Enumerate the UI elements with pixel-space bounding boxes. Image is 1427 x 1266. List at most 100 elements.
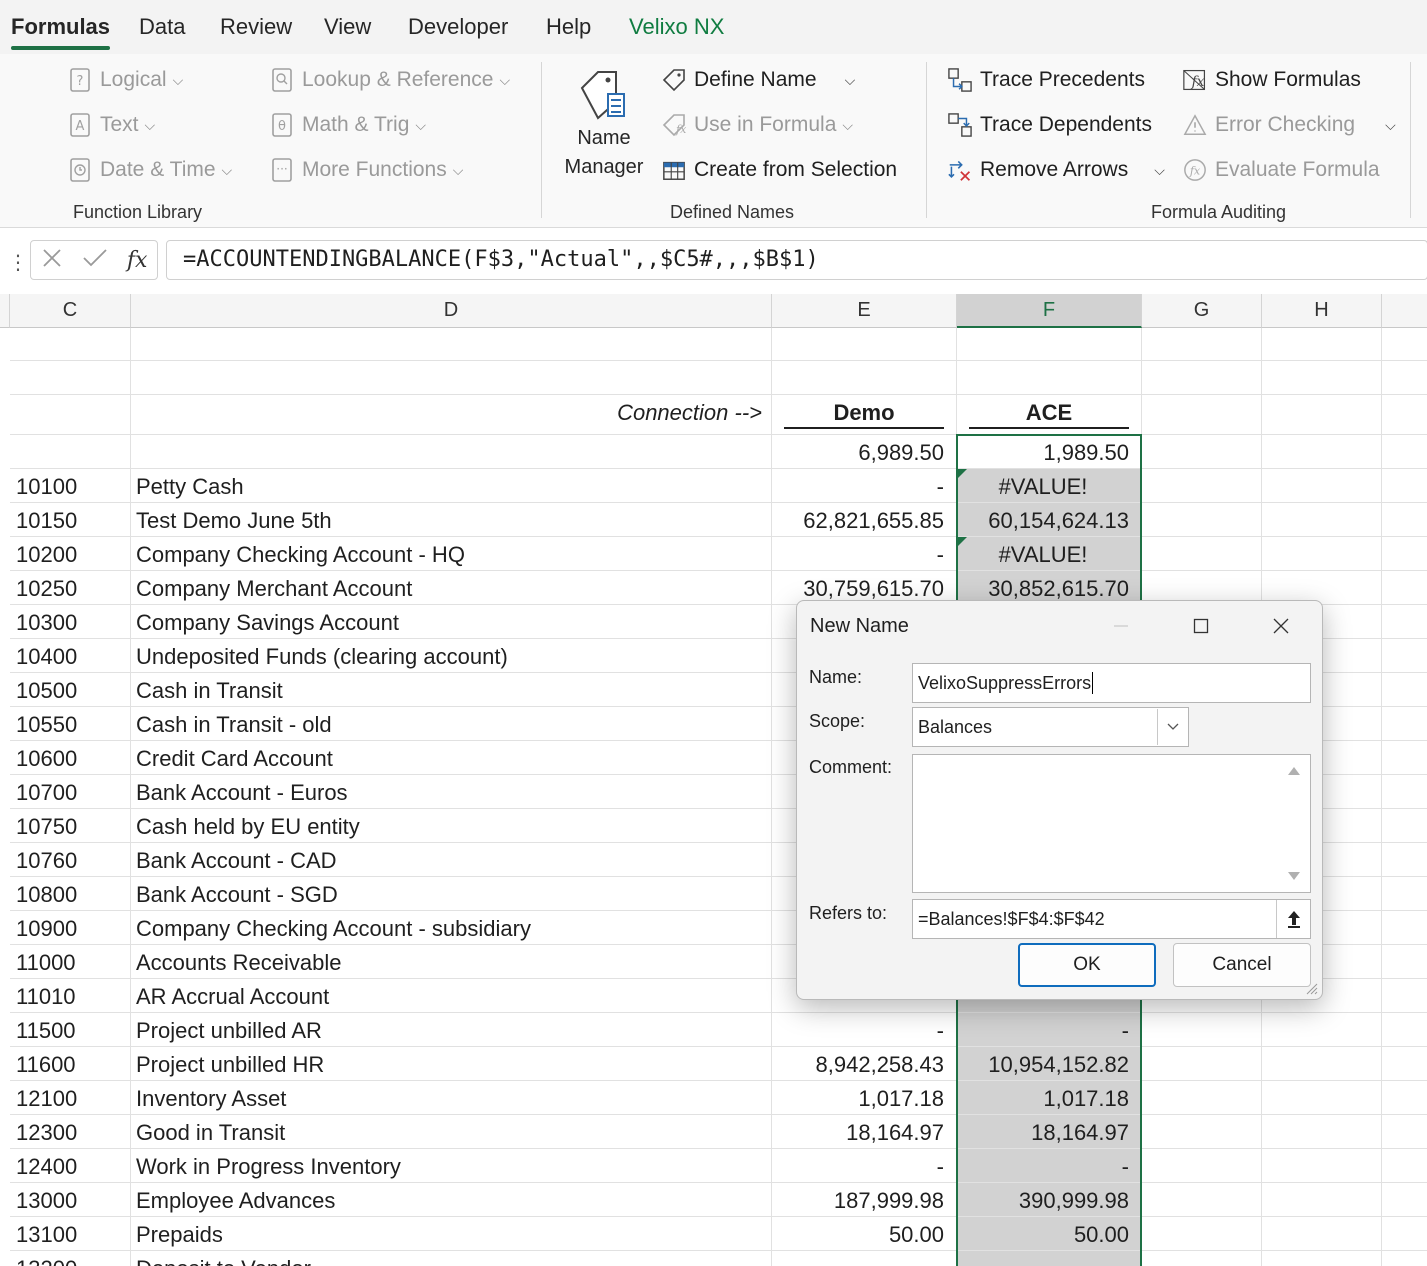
demo-total[interactable]: 6,989.50 (772, 436, 944, 470)
tab-view[interactable]: View (324, 14, 371, 40)
account-name-cell[interactable]: Inventory Asset (136, 1082, 766, 1116)
account-name-cell[interactable]: Accounts Receivable (136, 946, 766, 980)
use-in-formula-button[interactable]: fx Use in Formula ⌵ (662, 113, 853, 137)
account-code-cell[interactable]: 10250 (16, 572, 128, 606)
account-code-cell[interactable]: 12100 (16, 1082, 128, 1116)
scroll-down-icon[interactable] (1288, 872, 1300, 880)
cancel-entry-icon[interactable] (41, 247, 63, 274)
comment-scrollbar[interactable] (1280, 755, 1310, 892)
scope-select[interactable]: Balances (912, 707, 1189, 747)
more-functions-button[interactable]: ··· More Functions ⌵ (270, 158, 463, 182)
ace-balance-cell[interactable]: - (957, 1014, 1129, 1048)
chevron-down-icon[interactable] (1157, 709, 1187, 745)
account-name-cell[interactable]: Good in Transit (136, 1116, 766, 1150)
account-name-cell[interactable]: Bank Account - SGD (136, 878, 766, 912)
chevron-down-icon[interactable]: ⌵ (845, 72, 856, 89)
error-checking-button[interactable]: Error Checking ⌵ (1183, 113, 1396, 137)
remove-arrows-button[interactable]: Remove Arrows ⌵ (948, 158, 1165, 182)
text-button[interactable]: A Text ⌵ (68, 113, 155, 137)
account-name-cell[interactable]: Company Savings Account (136, 606, 766, 640)
account-code-cell[interactable]: 10800 (16, 878, 128, 912)
account-code-cell[interactable]: 10900 (16, 912, 128, 946)
chevron-down-icon[interactable]: ⌵ (1154, 162, 1165, 179)
tab-help[interactable]: Help (546, 14, 591, 40)
account-name-cell[interactable]: Company Checking Account - subsidiary (136, 912, 766, 946)
demo-balance-cell[interactable]: - (772, 538, 944, 572)
column-header-g[interactable]: G (1142, 294, 1262, 328)
ace-balance-cell[interactable]: - (957, 1150, 1129, 1184)
account-name-cell[interactable]: Petty Cash (136, 470, 766, 504)
account-code-cell[interactable]: 11500 (16, 1014, 128, 1048)
account-code-cell[interactable]: 10500 (16, 674, 128, 708)
collapse-dialog-icon[interactable] (1276, 900, 1310, 938)
demo-balance-cell[interactable]: 62,821,655.85 (772, 504, 944, 538)
ace-balance-cell[interactable]: 10,954,152.82 (957, 1048, 1129, 1082)
demo-balance-cell[interactable]: - (772, 1014, 944, 1048)
account-name-cell[interactable]: Company Merchant Account (136, 572, 766, 606)
account-name-cell[interactable]: Bank Account - CAD (136, 844, 766, 878)
account-code-cell[interactable]: 10550 (16, 708, 128, 742)
account-name-cell[interactable]: Cash held by EU entity (136, 810, 766, 844)
error-indicator-icon[interactable] (958, 469, 967, 478)
ace-balance-cell[interactable]: 18,164.97 (957, 1116, 1129, 1150)
define-name-button[interactable]: Define Name ⌵ (662, 68, 855, 92)
create-from-selection-button[interactable]: Create from Selection (662, 158, 897, 182)
account-name-cell[interactable]: Deposit to Vendor (136, 1252, 766, 1266)
logical-button[interactable]: ? Logical ⌵ (68, 68, 183, 92)
account-code-cell[interactable]: 12300 (16, 1116, 128, 1150)
account-name-cell[interactable]: Project unbilled AR (136, 1014, 766, 1048)
account-name-cell[interactable]: Employee Advances (136, 1184, 766, 1218)
account-code-cell[interactable]: 11010 (16, 980, 128, 1014)
scroll-up-icon[interactable] (1288, 767, 1300, 775)
tab-developer[interactable]: Developer (408, 14, 508, 40)
trace-dependents-button[interactable]: Trace Dependents (948, 113, 1152, 137)
trace-precedents-button[interactable]: Trace Precedents (948, 68, 1145, 92)
account-name-cell[interactable]: Project unbilled HR (136, 1048, 766, 1082)
account-code-cell[interactable]: 10400 (16, 640, 128, 674)
account-name-cell[interactable]: Work in Progress Inventory (136, 1150, 766, 1184)
formula-input[interactable]: =ACCOUNTENDINGBALANCE(F$3,"Actual",,$C5#… (166, 240, 1427, 280)
demo-balance-cell[interactable]: 50.00 (772, 1218, 944, 1252)
math-trig-button[interactable]: θ Math & Trig ⌵ (270, 113, 426, 137)
tab-review[interactable]: Review (220, 14, 292, 40)
ace-balance-cell[interactable]: 60,154,624.13 (957, 504, 1129, 538)
formula-bar-grip-icon[interactable]: ⋮ (8, 250, 28, 275)
ace-total[interactable]: 1,989.50 (957, 436, 1129, 470)
account-name-cell[interactable]: Cash in Transit - old (136, 708, 766, 742)
account-name-cell[interactable]: Test Demo June 5th (136, 504, 766, 538)
ace-balance-cell[interactable] (957, 1252, 1129, 1266)
ace-header[interactable]: ACE (969, 396, 1129, 430)
ace-balance-cell[interactable]: 50.00 (957, 1218, 1129, 1252)
cancel-button[interactable]: Cancel (1173, 943, 1311, 987)
error-indicator-icon[interactable] (958, 537, 967, 546)
column-header-d[interactable]: D (131, 294, 772, 328)
insert-function-icon[interactable]: fx (127, 248, 148, 273)
account-code-cell[interactable]: 10760 (16, 844, 128, 878)
show-formulas-button[interactable]: fx Show Formulas (1183, 68, 1361, 92)
name-field[interactable]: VelixoSuppressErrors (912, 663, 1311, 703)
close-icon[interactable] (1261, 611, 1301, 641)
tab-formulas[interactable]: Formulas (11, 14, 111, 50)
account-code-cell[interactable]: 10700 (16, 776, 128, 810)
connection-label[interactable]: Connection --> (560, 396, 762, 430)
minimize-icon[interactable] (1101, 611, 1141, 641)
account-code-cell[interactable]: 10750 (16, 810, 128, 844)
demo-balance-cell[interactable]: - (772, 1150, 944, 1184)
account-code-cell[interactable]: 10100 (16, 470, 128, 504)
column-header-c[interactable]: C (10, 294, 131, 328)
account-code-cell[interactable]: 11600 (16, 1048, 128, 1082)
evaluate-formula-button[interactable]: fx Evaluate Formula (1183, 158, 1380, 182)
refers-to-field[interactable]: =Balances!$F$4:$F$42 (912, 899, 1311, 939)
account-name-cell[interactable]: Credit Card Account (136, 742, 766, 776)
chevron-down-icon[interactable]: ⌵ (1385, 117, 1396, 134)
column-header-e[interactable]: E (772, 294, 957, 328)
column-header-f[interactable]: F (957, 294, 1142, 328)
account-code-cell[interactable]: 13200 (16, 1252, 128, 1266)
account-code-cell[interactable]: 10150 (16, 504, 128, 538)
account-code-cell[interactable]: 12400 (16, 1150, 128, 1184)
demo-balance-cell[interactable]: 187,999.98 (772, 1184, 944, 1218)
date-time-button[interactable]: Date & Time ⌵ (68, 158, 232, 182)
ace-balance-cell[interactable]: 390,999.98 (957, 1184, 1129, 1218)
account-name-cell[interactable]: AR Accrual Account (136, 980, 766, 1014)
name-manager-button[interactable]: Name Manager (560, 66, 648, 182)
